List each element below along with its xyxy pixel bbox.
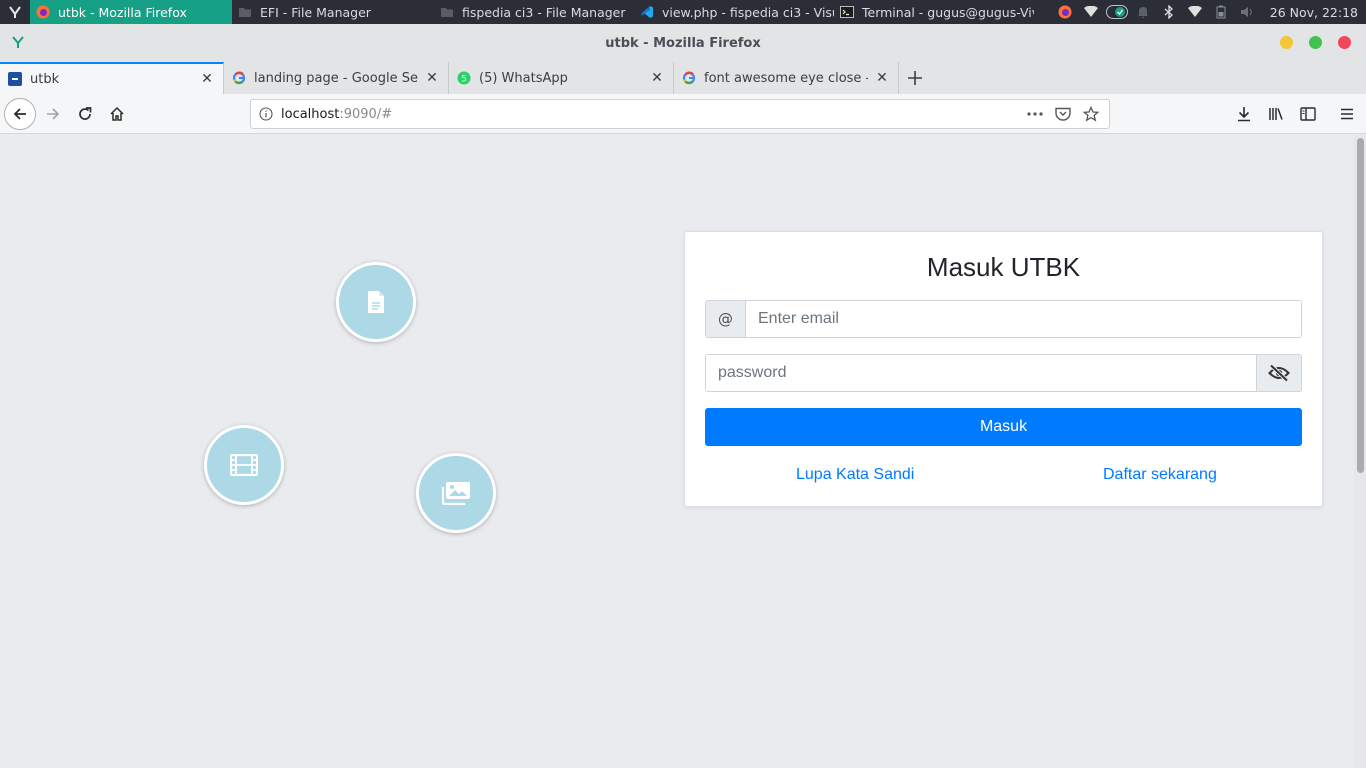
email-field[interactable] — [746, 301, 1301, 337]
folder-icon — [238, 5, 252, 19]
window-title: utbk - Mozilla Firefox — [605, 35, 761, 51]
tab-label: font awesome eye close - Per — [704, 70, 868, 86]
network-icon[interactable] — [1182, 0, 1208, 24]
tab-whatsapp[interactable]: 5 (5) WhatsApp ✕ — [449, 62, 674, 94]
toggle-password-visibility-button[interactable] — [1256, 355, 1301, 391]
library-icon — [1269, 108, 1283, 120]
library-button[interactable] — [1262, 100, 1290, 128]
tab-label: (5) WhatsApp — [479, 70, 568, 86]
task-firefox[interactable]: utbk - Mozilla Firefox — [30, 0, 232, 24]
task-terminal[interactable]: Terminal - gugus@gugus-Viv... — [834, 0, 1034, 24]
back-button[interactable] — [4, 98, 36, 130]
gallery-bubble[interactable] — [416, 453, 496, 533]
password-input-group — [705, 354, 1302, 392]
tab-google-search-landing-page[interactable]: landing page - Google Search ✕ — [224, 62, 449, 94]
address-bar[interactable]: localhost:9090/# — [250, 99, 1110, 129]
download-icon — [1238, 107, 1250, 122]
task-label: view.php - fispedia ci3 - Visu... — [662, 4, 834, 20]
hamburger-icon — [1341, 108, 1353, 120]
wifi-icon[interactable] — [1078, 0, 1104, 24]
document-bubble[interactable] — [336, 262, 416, 342]
password-field[interactable] — [706, 355, 1256, 391]
firefox-tray-icon[interactable] — [1052, 0, 1078, 24]
tab-label: utbk — [30, 71, 60, 87]
video-bubble[interactable] — [204, 425, 284, 505]
tab-utbk[interactable]: utbk ✕ — [0, 62, 224, 94]
arrow-left-icon — [13, 108, 26, 120]
url-text[interactable]: localhost:9090/# — [281, 107, 392, 122]
close-tab-icon[interactable]: ✕ — [424, 70, 440, 86]
login-title: Masuk UTBK — [926, 252, 1081, 282]
site-info-icon[interactable] — [251, 107, 281, 121]
bluetooth-icon[interactable] — [1156, 0, 1182, 24]
file-text-icon — [368, 291, 384, 313]
page-viewport: Masuk UTBK @ Masuk Lupa Kata Sandi Dafta… — [0, 135, 1366, 768]
bookmark-star-icon[interactable] — [1079, 102, 1103, 126]
new-tab-button[interactable] — [899, 62, 931, 94]
register-link[interactable]: Daftar sekarang — [1103, 466, 1217, 484]
home-button[interactable] — [103, 100, 131, 128]
svg-text:5: 5 — [461, 75, 467, 85]
tab-font-awesome-search[interactable]: font awesome eye close - Per ✕ — [674, 62, 899, 94]
film-icon — [230, 454, 258, 476]
clock[interactable]: 26 Nov, 22:18 — [1260, 5, 1366, 20]
page-actions-icon[interactable] — [1023, 102, 1047, 126]
browser-nav-bar: localhost:9090/# — [0, 94, 1366, 134]
close-tab-icon[interactable]: ✕ — [874, 70, 890, 86]
window-titlebar: utbk - Mozilla Firefox — [0, 24, 1366, 62]
menu-button[interactable] — [1333, 100, 1361, 128]
system-tray: 26 Nov, 22:18 — [1052, 0, 1366, 24]
close-tab-icon[interactable]: ✕ — [199, 71, 215, 87]
login-submit-button[interactable]: Masuk — [705, 408, 1302, 446]
downloads-button[interactable] — [1230, 100, 1258, 128]
task-label: utbk - Mozilla Firefox — [58, 4, 187, 20]
login-card: Masuk UTBK @ Masuk Lupa Kata Sandi Dafta… — [684, 231, 1323, 507]
reload-button[interactable] — [71, 100, 99, 128]
maximize-button[interactable] — [1309, 36, 1322, 49]
minimize-button[interactable] — [1280, 36, 1293, 49]
tab-label: landing page - Google Search — [254, 70, 418, 86]
email-input-group: @ — [705, 300, 1302, 338]
plus-icon — [908, 71, 922, 85]
reload-icon — [79, 107, 92, 120]
pocket-icon[interactable] — [1051, 102, 1075, 126]
task-label: EFI - File Manager — [260, 4, 371, 20]
window-app-icon — [10, 34, 26, 50]
site-favicon — [8, 72, 22, 86]
google-icon — [232, 71, 246, 85]
browser-tab-strip: utbk ✕ landing page - Google Search ✕ 5 … — [0, 62, 1366, 94]
whisker-menu-button[interactable] — [0, 0, 30, 24]
task-label: Terminal - gugus@gugus-Viv... — [862, 4, 1034, 20]
home-icon — [110, 106, 124, 121]
terminal-icon — [840, 5, 854, 19]
sidebar-toggle-button[interactable] — [1294, 100, 1322, 128]
xfce-icon — [9, 6, 21, 18]
task-label: fispedia ci3 - File Manager — [462, 4, 626, 20]
email-at-addon: @ — [706, 301, 746, 337]
task-vscode[interactable]: view.php - fispedia ci3 - Visu... — [634, 0, 834, 24]
os-taskbar: utbk - Mozilla Firefox EFI - File Manage… — [0, 0, 1366, 24]
close-tab-icon[interactable]: ✕ — [649, 70, 665, 86]
eye-slash-icon — [1268, 364, 1290, 382]
battery-icon[interactable] — [1208, 0, 1234, 24]
scrollbar-thumb[interactable] — [1357, 138, 1364, 473]
vpn-toggle-icon[interactable] — [1104, 0, 1130, 24]
volume-icon[interactable] — [1234, 0, 1260, 24]
task-efi-file-manager[interactable]: EFI - File Manager — [232, 0, 434, 24]
task-fispedia-file-manager[interactable]: fispedia ci3 - File Manager — [434, 0, 634, 24]
notification-bell-icon[interactable] — [1130, 0, 1156, 24]
vscode-icon — [640, 5, 654, 19]
images-icon — [441, 482, 470, 505]
close-window-button[interactable] — [1338, 36, 1351, 49]
folder-icon — [440, 5, 454, 19]
sidebar-icon — [1300, 107, 1316, 121]
google-icon — [682, 71, 696, 85]
whatsapp-icon: 5 — [457, 71, 471, 85]
page-scrollbar[interactable] — [1354, 135, 1366, 768]
forward-button[interactable] — [39, 100, 67, 128]
arrow-right-icon — [47, 108, 60, 120]
firefox-icon — [36, 5, 50, 19]
forgot-password-link[interactable]: Lupa Kata Sandi — [796, 466, 914, 484]
